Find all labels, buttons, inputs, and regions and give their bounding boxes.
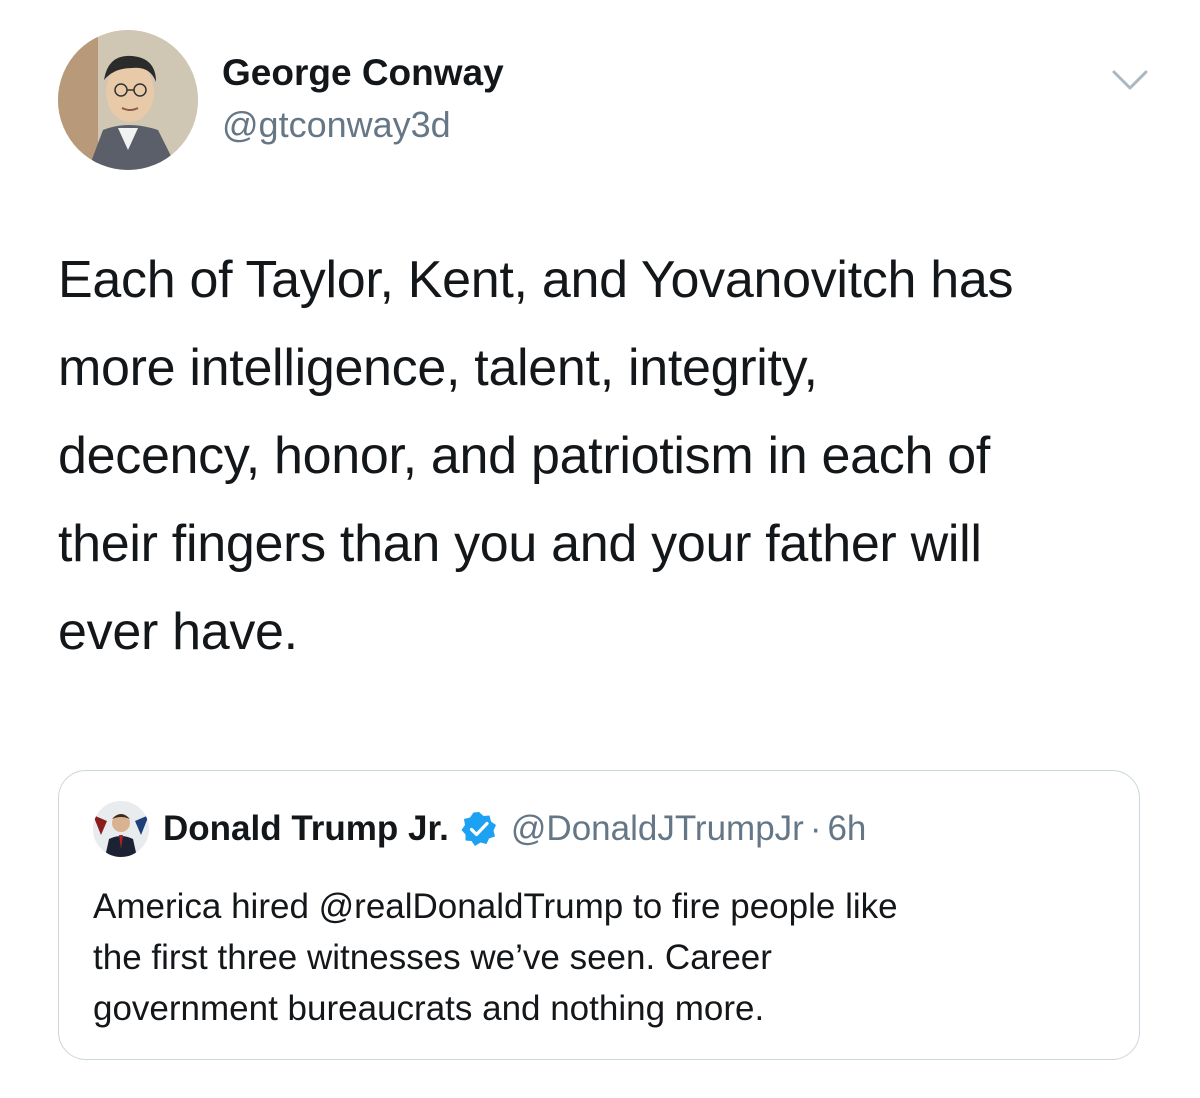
author-display-name[interactable]: George Conway: [222, 52, 504, 94]
author-avatar[interactable]: [58, 30, 198, 170]
verified-badge-icon: [461, 811, 497, 847]
quoted-user-avatar-icon: [93, 801, 149, 857]
quoted-tweet-text: America hired @realDonaldTrump to fire p…: [93, 887, 898, 1028]
quoted-author-avatar[interactable]: [93, 801, 149, 857]
quoted-author-display-name[interactable]: Donald Trump Jr.: [163, 809, 449, 849]
quoted-timestamp[interactable]: 6h: [827, 809, 866, 849]
author-handle[interactable]: @gtconway3d: [222, 104, 451, 146]
quoted-separator: ·: [809, 809, 822, 848]
quoted-tweet-header: Donald Trump Jr. @DonaldJTrumpJr · 6h: [163, 809, 866, 849]
tweet-text: Each of Taylor, Kent, and Yovanovitch ha…: [58, 251, 1014, 661]
user-avatar-icon: [58, 30, 198, 170]
quoted-tweet-card[interactable]: Donald Trump Jr. @DonaldJTrumpJr · 6h Am…: [58, 770, 1140, 1060]
chevron-down-icon[interactable]: [1108, 62, 1152, 98]
tweet: George Conway @gtconway3d Each of Taylor…: [0, 0, 1200, 1098]
quoted-author-handle[interactable]: @DonaldJTrumpJr: [511, 809, 804, 849]
